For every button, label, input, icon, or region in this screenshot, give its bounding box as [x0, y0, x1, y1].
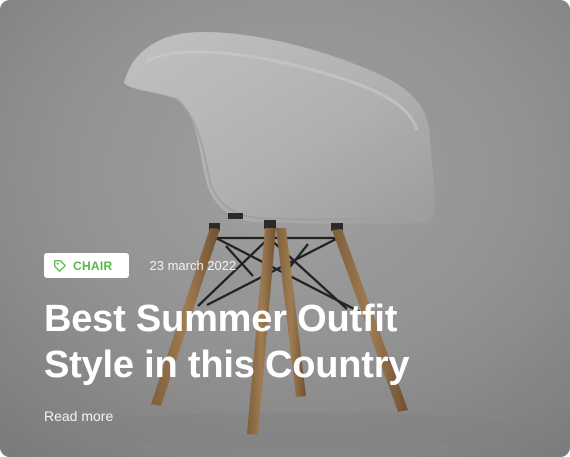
post-title-line-2: Style in this Country	[44, 344, 410, 386]
image-overlay	[0, 0, 570, 457]
post-meta: CHAIR 23 march 2022	[44, 253, 236, 278]
read-more-link[interactable]: Read more	[44, 408, 113, 424]
category-tag[interactable]: CHAIR	[44, 253, 129, 278]
post-date: 23 march 2022	[149, 258, 237, 273]
blog-post-card[interactable]: CHAIR 23 march 2022 Best Summer Outfit S…	[0, 0, 570, 457]
post-title-line-1: Best Summer Outfit	[44, 298, 398, 340]
category-label: CHAIR	[73, 258, 113, 273]
post-title[interactable]: Best Summer Outfit Style in this Country	[44, 296, 524, 388]
tag-icon	[54, 259, 66, 272]
